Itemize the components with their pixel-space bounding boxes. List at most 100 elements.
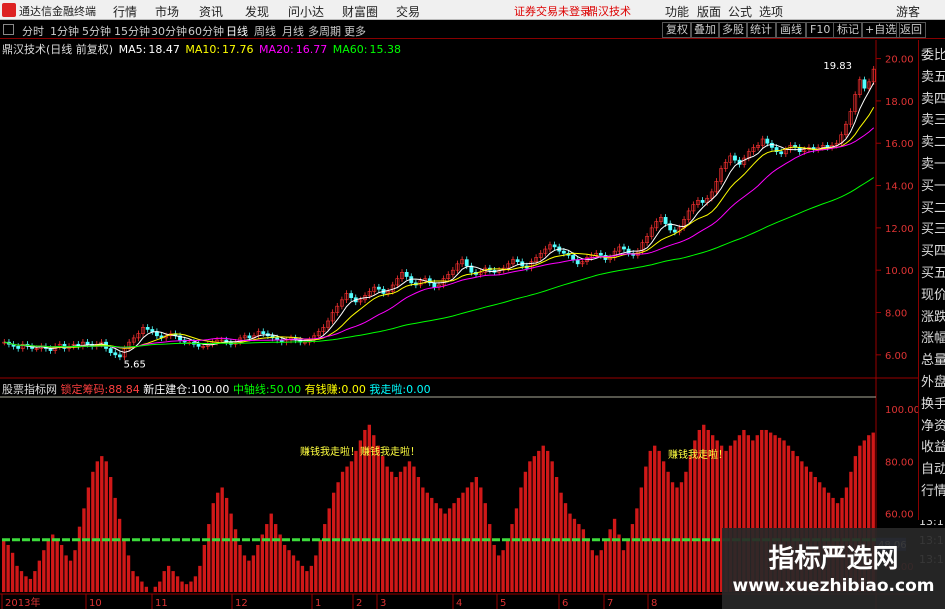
indicator-bar: [171, 571, 175, 592]
side-panel-item[interactable]: 总量: [921, 349, 945, 368]
price-axis-label: 18.00: [885, 97, 914, 108]
ma60-label: MA60:: [332, 43, 368, 56]
side-panel-item[interactable]: 换手: [921, 393, 945, 412]
side-panel-item[interactable]: 净资: [921, 415, 945, 434]
indicator-bar: [398, 471, 403, 592]
menu-wealth[interactable]: 财富圈: [342, 3, 378, 20]
period-15min[interactable]: 15分钟: [114, 23, 150, 39]
candle-body: [145, 327, 150, 330]
side-panel-item[interactable]: 卖二: [921, 131, 945, 150]
indicator-bar: [492, 544, 496, 592]
side-panel-item[interactable]: 行情: [921, 480, 945, 499]
menu-layout[interactable]: 版面: [697, 3, 721, 20]
ma5-line: [4, 82, 875, 353]
side-panel-item[interactable]: 买一: [921, 175, 945, 194]
menu-quotes[interactable]: 行情: [113, 3, 137, 20]
main-chart-legend: 鼎汉技术(日线 前复权) MA5: 18.47 MA10: 17.76 MA20: 1…: [2, 41, 403, 56]
indicator-bar: [514, 508, 519, 592]
indicator-bar: [617, 534, 621, 592]
candle-body: [515, 259, 520, 263]
indicator-bar: [189, 581, 193, 592]
period-daily[interactable]: 日线: [226, 23, 248, 39]
indicator-bar: [260, 534, 264, 592]
period-weekly[interactable]: 周线: [254, 23, 276, 39]
indicator-bar: [385, 466, 389, 592]
menu-guest[interactable]: 游客: [896, 3, 920, 20]
side-panel-item[interactable]: 自动: [921, 458, 945, 477]
mark-button[interactable]: 标记: [833, 22, 863, 38]
indicator-name: 股票指标网: [2, 383, 57, 396]
indicator-bar: [82, 508, 86, 592]
side-panel-item[interactable]: 涨跌: [921, 306, 945, 325]
indicator-bar: [510, 524, 514, 592]
indicator-bar: [443, 513, 447, 592]
side-panel-item[interactable]: 买五: [921, 262, 945, 281]
signal-text: 赚钱我走啦！: [300, 445, 360, 458]
side-panel-item[interactable]: 买四: [921, 240, 945, 259]
menu-options[interactable]: 选项: [759, 3, 783, 20]
signal-text: 赚钱我走啦！: [360, 445, 420, 458]
period-more[interactable]: 更多: [344, 23, 366, 39]
panel-toggle-icon[interactable]: [3, 24, 14, 35]
menu-trade[interactable]: 交易: [396, 3, 420, 20]
indicator-bar: [100, 456, 104, 592]
indicator-bar: [198, 565, 202, 592]
indicator-bar: [389, 471, 394, 592]
watermark: 指标严选网 www.xuezhibiao.com: [722, 528, 945, 609]
period-multi[interactable]: 多周期: [308, 23, 341, 39]
price-axis-label: 8.00: [885, 309, 907, 320]
candle-body: [770, 142, 774, 148]
side-panel-item[interactable]: 买三: [921, 218, 945, 237]
current-stock: 鼎汉技术: [587, 5, 631, 18]
indicator-bar: [439, 508, 443, 592]
indicator-bar: [318, 539, 322, 592]
indicator-bar: [46, 539, 50, 592]
period-30min[interactable]: 30分钟: [151, 23, 187, 39]
indicator-bar: [376, 445, 380, 592]
adjust-button[interactable]: 复权: [662, 22, 692, 38]
indicator-bar: [599, 550, 603, 592]
draw-button[interactable]: 画线: [776, 22, 806, 38]
add-watchlist-button[interactable]: +自选: [861, 22, 901, 38]
period-60min[interactable]: 60分钟: [188, 23, 224, 39]
side-panel-item[interactable]: 外盘: [921, 371, 945, 390]
side-panel-item[interactable]: 委比: [921, 44, 945, 63]
menu-function[interactable]: 功能: [665, 3, 689, 20]
indicator-bar: [113, 497, 117, 592]
side-panel-item[interactable]: 现价: [921, 284, 945, 303]
indicator-bar: [554, 477, 559, 592]
price-axis-label: 16.00: [885, 139, 914, 150]
price-axis-label: 10.00: [885, 266, 914, 277]
side-panel-item[interactable]: 卖四: [921, 88, 945, 107]
indicator-bar: [349, 461, 354, 592]
indicator-bar: [158, 581, 162, 592]
menu-ask[interactable]: 问小达: [288, 3, 324, 20]
menu-news[interactable]: 资讯: [199, 3, 223, 20]
period-5min[interactable]: 5分钟: [82, 23, 111, 39]
f10-button[interactable]: F10: [806, 22, 835, 38]
period-tick[interactable]: 分时: [22, 23, 44, 39]
indicator-axis-label: 100.00: [885, 405, 920, 416]
side-panel-item[interactable]: 卖一: [921, 153, 945, 172]
indicator-bar: [216, 492, 220, 592]
back-button[interactable]: 返回: [896, 22, 926, 38]
side-panel-item[interactable]: 卖三: [921, 109, 945, 128]
period-monthly[interactable]: 月线: [282, 23, 304, 39]
candle-body: [349, 293, 354, 299]
candle-body: [598, 252, 603, 256]
side-panel-item[interactable]: 收益: [921, 436, 945, 455]
side-panel-item[interactable]: 卖五: [921, 66, 945, 85]
stats-button[interactable]: 统计: [746, 22, 776, 38]
side-panel-item[interactable]: 买二: [921, 197, 945, 216]
menu-discover[interactable]: 发现: [245, 3, 269, 20]
login-notice[interactable]: 证券交易未登录: [514, 3, 591, 19]
period-1min[interactable]: 1分钟: [50, 23, 79, 39]
menu-formula[interactable]: 公式: [728, 3, 752, 20]
overlay-button[interactable]: 叠加: [690, 22, 720, 38]
side-panel-item[interactable]: 涨幅: [921, 327, 945, 346]
kline-chart[interactable]: 19.835.65 赚钱我走啦！ 赚钱我走啦！ 赚钱我走啦！ 20.0018.001…: [0, 40, 945, 609]
multi-stock-button[interactable]: 多股: [718, 22, 748, 38]
menu-market[interactable]: 市场: [155, 3, 179, 20]
indicator-bar: [537, 450, 541, 592]
indicator-bar: [287, 550, 291, 592]
